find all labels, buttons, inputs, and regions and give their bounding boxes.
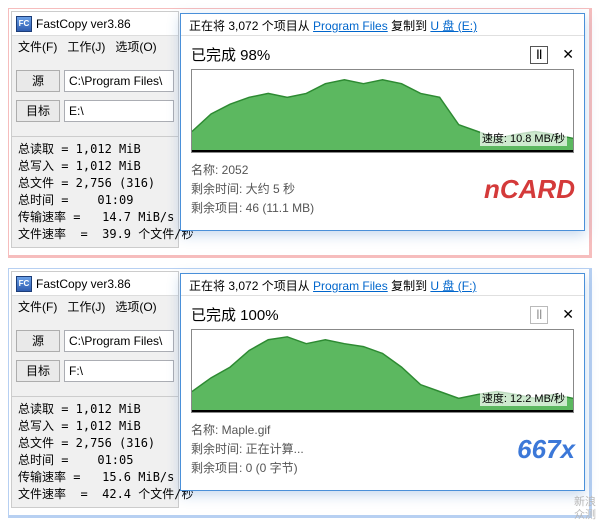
title-bar: FC FastCopy ver3.86 — [12, 272, 178, 296]
app-icon: FC — [16, 16, 32, 32]
menu-options[interactable]: 选项(O) — [115, 38, 156, 54]
close-button[interactable]: ✕ — [562, 46, 574, 63]
panel-667x: FC FastCopy ver3.86 文件(F) 工作(J) 选项(O) 源 … — [8, 268, 592, 518]
progress-percent: 98 — [240, 47, 257, 64]
dest-field[interactable]: F:\ — [64, 360, 174, 382]
progress-percent: 100 — [240, 307, 265, 324]
dest-button[interactable]: 目标 — [16, 360, 60, 382]
brand-label-top: nCARD — [484, 174, 575, 205]
menu-work[interactable]: 工作(J) — [67, 298, 105, 314]
stats-readout: 总读取 = 1,012 MiB 总写入 = 1,012 MiB 总文件 = 2,… — [12, 136, 178, 247]
source-field[interactable]: C:\Program Files\ — [64, 70, 174, 92]
menu-options[interactable]: 选项(O) — [115, 298, 156, 314]
pause-button[interactable]: || — [530, 306, 548, 324]
dest-button[interactable]: 目标 — [16, 100, 60, 122]
progress-line: 已完成 98% || ✕ — [191, 44, 574, 65]
menu-bar: 文件(F) 工作(J) 选项(O) — [12, 296, 178, 316]
close-button[interactable]: ✕ — [562, 306, 574, 323]
link-dest[interactable]: U 盘 (E:) — [430, 19, 477, 33]
app-title: FastCopy ver3.86 — [36, 277, 131, 291]
info-remain-time: 正在计算... — [246, 442, 304, 456]
fastcopy-window-top: FC FastCopy ver3.86 文件(F) 工作(J) 选项(O) 源 … — [11, 11, 179, 248]
menu-work[interactable]: 工作(J) — [67, 38, 105, 54]
dialog-title: 正在将 3,072 个项目从 Program Files 复制到 U 盘 (E:… — [181, 14, 584, 36]
title-bar: FC FastCopy ver3.86 — [12, 12, 178, 36]
link-dest[interactable]: U 盘 (F:) — [430, 279, 476, 293]
link-source[interactable]: Program Files — [313, 279, 388, 293]
menu-bar: 文件(F) 工作(J) 选项(O) — [12, 36, 178, 56]
source-field[interactable]: C:\Program Files\ — [64, 330, 174, 352]
menu-file[interactable]: 文件(F) — [18, 38, 57, 54]
speed-label: 速度: 12.2 MB/秒 — [480, 390, 567, 406]
source-button[interactable]: 源 — [16, 330, 60, 352]
dest-field[interactable]: E:\ — [64, 100, 174, 122]
info-remain-items: 46 (11.1 MB) — [246, 201, 314, 215]
fastcopy-window-bot: FC FastCopy ver3.86 文件(F) 工作(J) 选项(O) 源 … — [11, 271, 179, 508]
app-icon: FC — [16, 276, 32, 292]
fc-body: 源 C:\Program Files\ 目标 E:\ — [12, 56, 178, 136]
info-name: Maple.gif — [222, 423, 271, 437]
panel-ncard: FC FastCopy ver3.86 文件(F) 工作(J) 选项(O) 源 … — [8, 8, 592, 258]
info-remain-items: 0 (0 字节) — [246, 461, 298, 475]
watermark: 新浪众测 — [574, 496, 596, 522]
fc-body: 源 C:\Program Files\ 目标 F:\ — [12, 316, 178, 396]
pause-button[interactable]: || — [530, 46, 548, 64]
progress-line: 已完成 100% || ✕ — [191, 304, 574, 325]
stats-readout: 总读取 = 1,012 MiB 总写入 = 1,012 MiB 总文件 = 2,… — [12, 396, 178, 507]
link-source[interactable]: Program Files — [313, 19, 388, 33]
speed-chart-top: 速度: 10.8 MB/秒 — [191, 69, 574, 153]
speed-label: 速度: 10.8 MB/秒 — [480, 130, 567, 146]
menu-file[interactable]: 文件(F) — [18, 298, 57, 314]
info-name: 2052 — [222, 163, 249, 177]
source-button[interactable]: 源 — [16, 70, 60, 92]
dialog-title: 正在将 3,072 个项目从 Program Files 复制到 U 盘 (F:… — [181, 274, 584, 296]
info-remain-time: 大约 5 秒 — [246, 182, 295, 196]
speed-chart-bot: 速度: 12.2 MB/秒 — [191, 329, 574, 413]
app-title: FastCopy ver3.86 — [36, 17, 131, 31]
brand-label-bot: 667x — [517, 434, 575, 465]
